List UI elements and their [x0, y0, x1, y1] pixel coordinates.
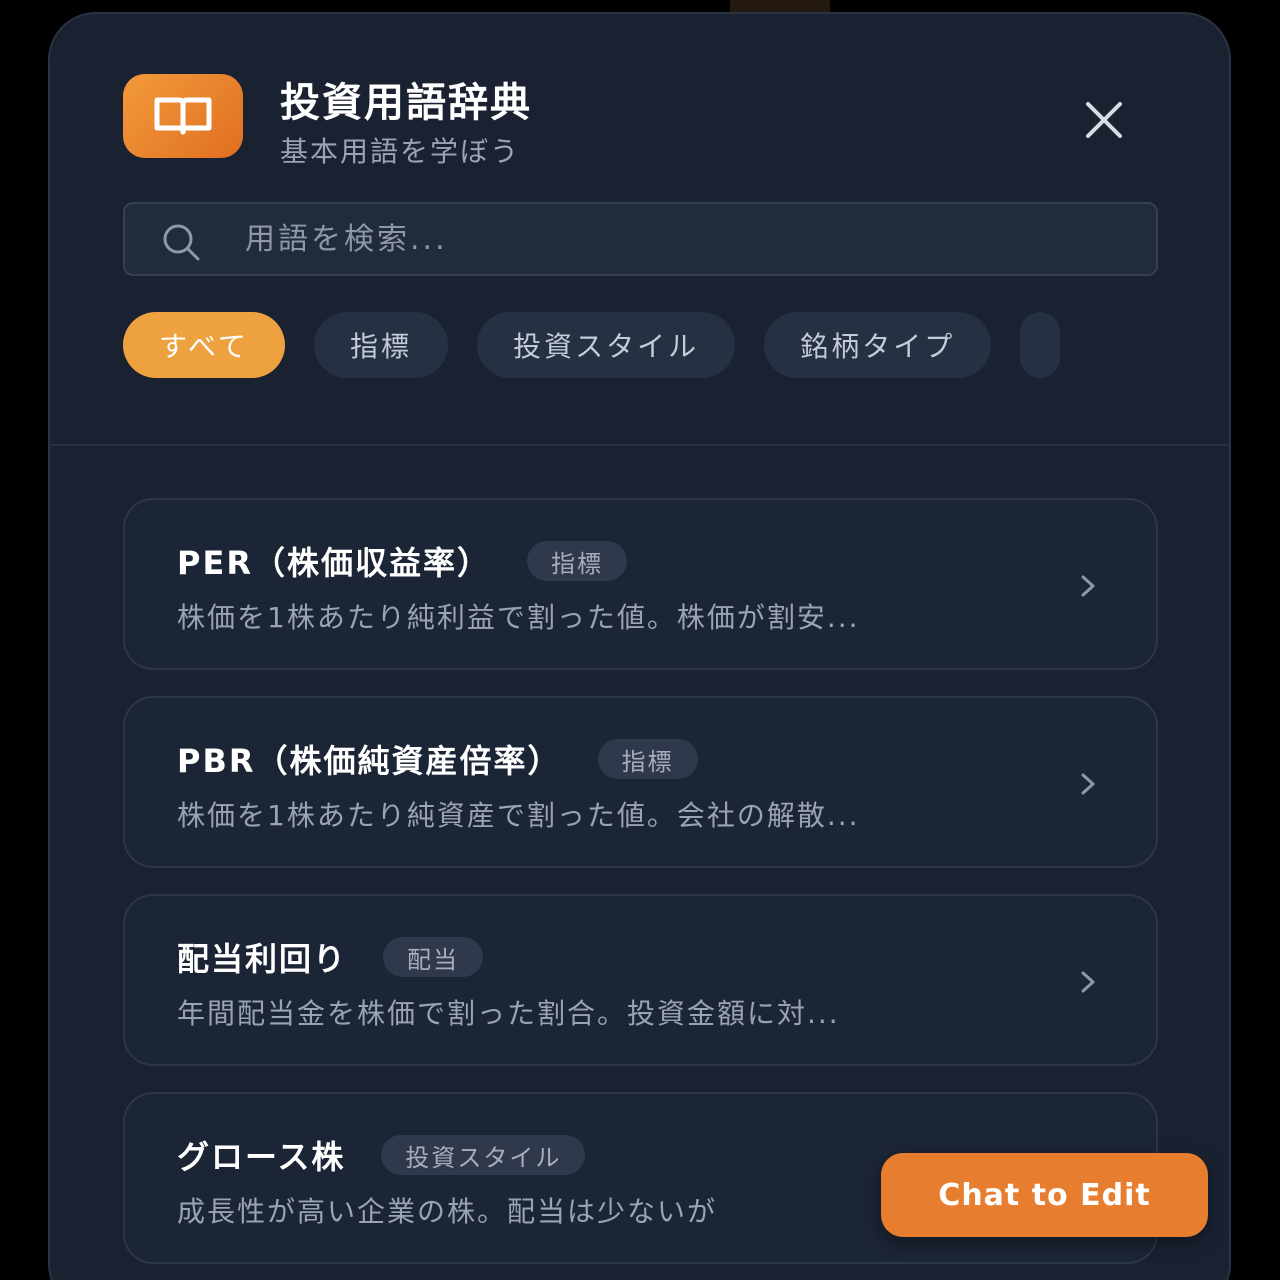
term-tag: 指標: [597, 739, 698, 779]
term-tag: 指標: [526, 541, 627, 581]
term-card-per[interactable]: PER（株価収益率） 指標 株価を1株あたり純利益で割った値。株価が割安...: [123, 498, 1158, 670]
book-icon: [154, 97, 212, 135]
close-button[interactable]: [1080, 96, 1128, 144]
category-filter: すべて 指標 投資スタイル 銘柄タイプ: [123, 312, 1158, 380]
app-icon: [123, 74, 243, 158]
chat-to-edit-button[interactable]: Chat to Edit: [881, 1153, 1208, 1237]
term-description: 年間配当金を株価で割った割合。投資金額に対...: [177, 997, 840, 1030]
term-title: PER（株価収益率）: [177, 544, 491, 582]
term-tag: 投資スタイル: [381, 1135, 586, 1175]
background-glow: [730, 0, 830, 12]
chevron-right-icon: [1081, 971, 1095, 993]
term-title-row: PBR（株価純資産倍率） 指標: [177, 734, 698, 784]
term-title-row: グロース株 投資スタイル: [177, 1130, 586, 1180]
close-icon: [1086, 102, 1122, 138]
term-title-row: 配当利回り 配当: [177, 932, 484, 982]
term-card-pbr[interactable]: PBR（株価純資産倍率） 指標 株価を1株あたり純資産で割った値。会社の解散..…: [123, 696, 1158, 868]
chip-indicators[interactable]: 指標: [314, 312, 449, 378]
page-subtitle: 基本用語を学ぼう: [280, 135, 521, 168]
term-title: グロース株: [177, 1138, 346, 1176]
search-icon: [163, 224, 200, 261]
chip-all[interactable]: すべて: [123, 312, 285, 378]
panel-header: 投資用語辞典 基本用語を学ぼう すべて 指標 投資スタイル 銘柄タイプ: [50, 14, 1229, 446]
term-title: 配当利回り: [177, 940, 348, 978]
term-description: 株価を1株あたり純資産で割った値。会社の解散...: [177, 799, 860, 832]
glossary-panel: 投資用語辞典 基本用語を学ぼう すべて 指標 投資スタイル 銘柄タイプ PER（…: [48, 12, 1231, 1280]
page-title: 投資用語辞典: [280, 80, 532, 126]
term-title: PBR（株価純資産倍率）: [177, 742, 562, 780]
chip-more[interactable]: [1020, 312, 1061, 378]
chip-investment-style[interactable]: 投資スタイル: [477, 312, 736, 378]
chevron-right-icon: [1081, 575, 1095, 597]
term-tag: 配当: [383, 937, 484, 977]
term-title-row: PER（株価収益率） 指標: [177, 536, 627, 586]
search-input[interactable]: [245, 204, 1125, 274]
search-bar: [123, 202, 1158, 276]
term-card-dividend-yield[interactable]: 配当利回り 配当 年間配当金を株価で割った割合。投資金額に対...: [123, 894, 1158, 1066]
term-description: 株価を1株あたり純利益で割った値。株価が割安...: [177, 601, 860, 634]
chevron-right-icon: [1081, 773, 1095, 795]
chip-stock-type[interactable]: 銘柄タイプ: [764, 312, 992, 378]
